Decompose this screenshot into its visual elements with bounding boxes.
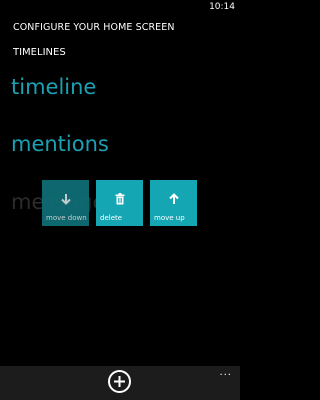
move-up-label: move up xyxy=(154,214,185,222)
more-button[interactable]: ... xyxy=(219,368,232,378)
page-title: CONFIGURE YOUR HOME SCREEN xyxy=(13,22,175,33)
section-title: TIMELINES xyxy=(13,47,66,58)
delete-button[interactable]: delete xyxy=(96,180,143,226)
status-time: 10:14 xyxy=(209,2,235,12)
trash-icon xyxy=(96,190,143,205)
move-down-label: move down xyxy=(46,214,87,222)
delete-label: delete xyxy=(100,214,123,222)
arrow-down-icon xyxy=(42,190,89,205)
app-bar: ... xyxy=(0,366,240,400)
add-circle-icon xyxy=(114,376,125,387)
status-bar: 10:14 xyxy=(0,0,240,14)
timeline-item-timeline[interactable]: timeline xyxy=(11,75,96,99)
arrow-up-icon xyxy=(150,190,197,204)
timeline-item-mentions[interactable]: mentions xyxy=(11,132,109,156)
move-down-button[interactable]: move down xyxy=(42,180,89,226)
add-button[interactable] xyxy=(108,370,131,393)
move-up-button[interactable]: move up xyxy=(150,180,197,226)
